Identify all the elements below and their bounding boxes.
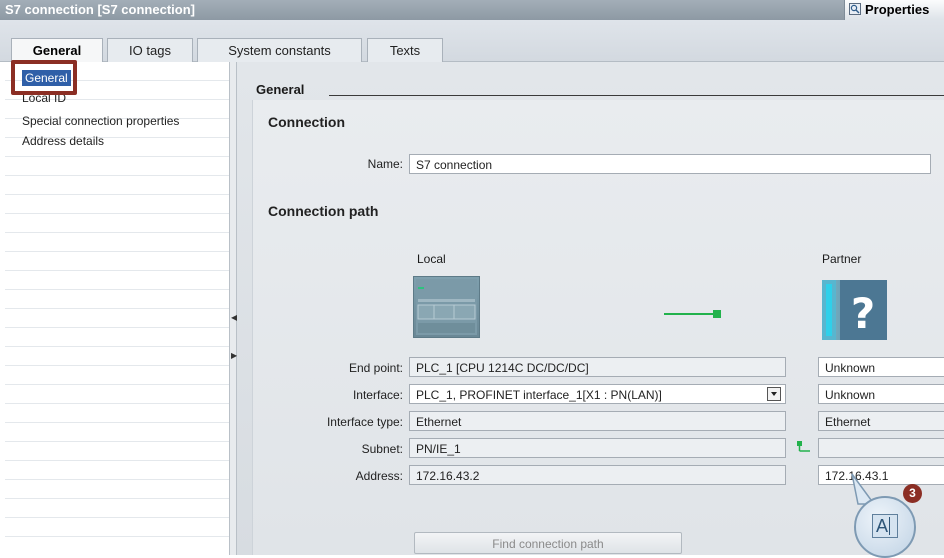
content-header: General <box>237 78 944 100</box>
properties-button[interactable]: Properties <box>844 0 944 20</box>
heading-divider <box>329 95 944 96</box>
splitter[interactable] <box>230 62 237 555</box>
section-title-connection-path: Connection path <box>268 203 379 219</box>
subnet-label: Subnet: <box>361 442 403 456</box>
tab-texts[interactable]: Texts <box>367 38 443 62</box>
network-link-icon <box>797 441 810 452</box>
properties-icon <box>849 3 861 15</box>
sidebar-item-special-connection-properties[interactable]: Special connection properties <box>22 112 179 130</box>
local-end-point-field: PLC_1 [CPU 1214C DC/DC/DC] <box>409 357 786 377</box>
section-title-connection: Connection <box>268 114 345 130</box>
text-cursor-icon: A <box>872 514 898 538</box>
partner-label: Partner <box>822 252 862 266</box>
step-number-badge: 3 <box>903 484 922 503</box>
window-title: S7 connection [S7 connection] <box>5 2 195 17</box>
unknown-device-icon: ? <box>822 280 887 340</box>
tab-io-tags[interactable]: IO tags <box>107 38 193 62</box>
address-label: Address: <box>355 469 403 483</box>
partner-end-point-field[interactable]: Unknown <box>818 357 944 377</box>
local-interface-dropdown[interactable]: PLC_1, PROFINET interface_1[X1 : PN(LAN)… <box>409 384 786 404</box>
chevron-down-icon[interactable] <box>767 387 781 401</box>
partner-interface-field[interactable]: Unknown <box>818 384 944 404</box>
partner-subnet-field <box>818 438 944 458</box>
name-field[interactable]: S7 connection <box>409 154 931 174</box>
end-point-label: End point: <box>348 361 403 375</box>
find-connection-path-button[interactable]: Find connection path <box>414 532 682 554</box>
sidebar-item-address-details[interactable]: Address details <box>22 132 104 150</box>
local-address-field: 172.16.43.2 <box>409 465 786 485</box>
collapse-left-icon[interactable]: ◀ <box>231 314 237 322</box>
tab-system-constants[interactable]: System constants <box>197 38 362 62</box>
local-label: Local <box>417 252 446 266</box>
partner-interface-type-field: Ethernet <box>818 411 944 431</box>
callout-magnifier: A <box>854 496 916 558</box>
expand-right-icon[interactable]: ▶ <box>231 352 237 360</box>
properties-label: Properties <box>865 2 930 17</box>
highlight-box <box>11 60 77 95</box>
section-heading-general: General <box>256 82 305 97</box>
interface-type-label: Interface type: <box>326 415 403 429</box>
title-bar: S7 connection [S7 connection] Properties <box>0 0 944 20</box>
interface-label: Interface: <box>352 388 403 402</box>
local-interface-type-field: Ethernet <box>409 411 786 431</box>
svg-text:?: ? <box>851 289 875 338</box>
local-subnet-field: PN/IE_1 <box>409 438 786 458</box>
name-label: Name: <box>367 157 403 171</box>
local-interface-value: PLC_1, PROFINET interface_1[X1 : PN(LAN)… <box>416 388 662 402</box>
plc-device-icon <box>413 276 480 338</box>
connection-line-icon <box>664 310 721 318</box>
